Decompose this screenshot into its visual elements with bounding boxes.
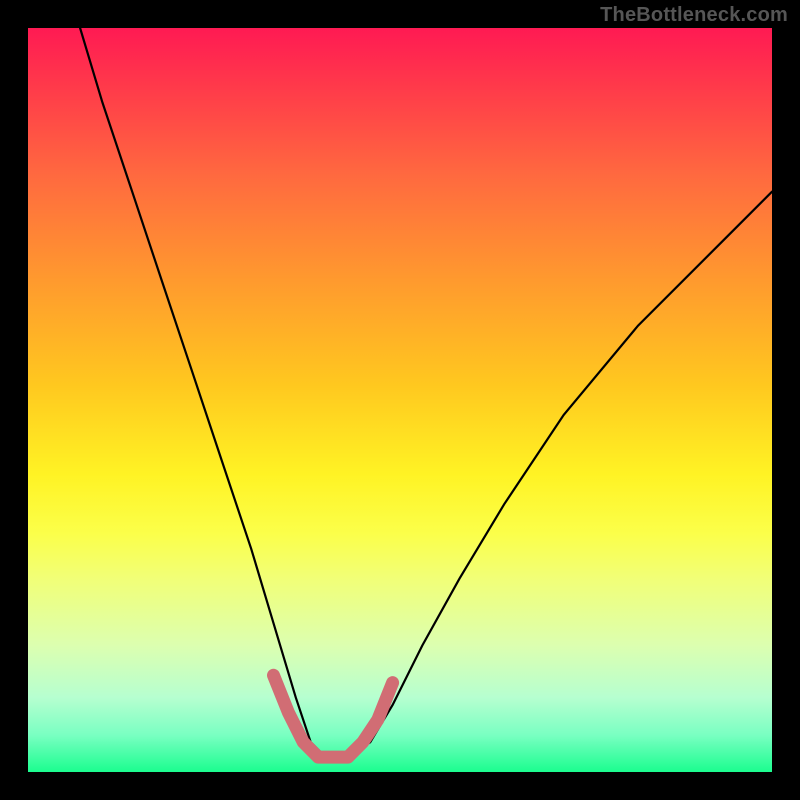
chart-plot-area xyxy=(28,28,772,772)
bottleneck-curve xyxy=(80,28,772,757)
low-zone-overlay xyxy=(274,675,393,757)
attribution-watermark: TheBottleneck.com xyxy=(600,4,788,27)
chart-svg xyxy=(28,28,772,772)
